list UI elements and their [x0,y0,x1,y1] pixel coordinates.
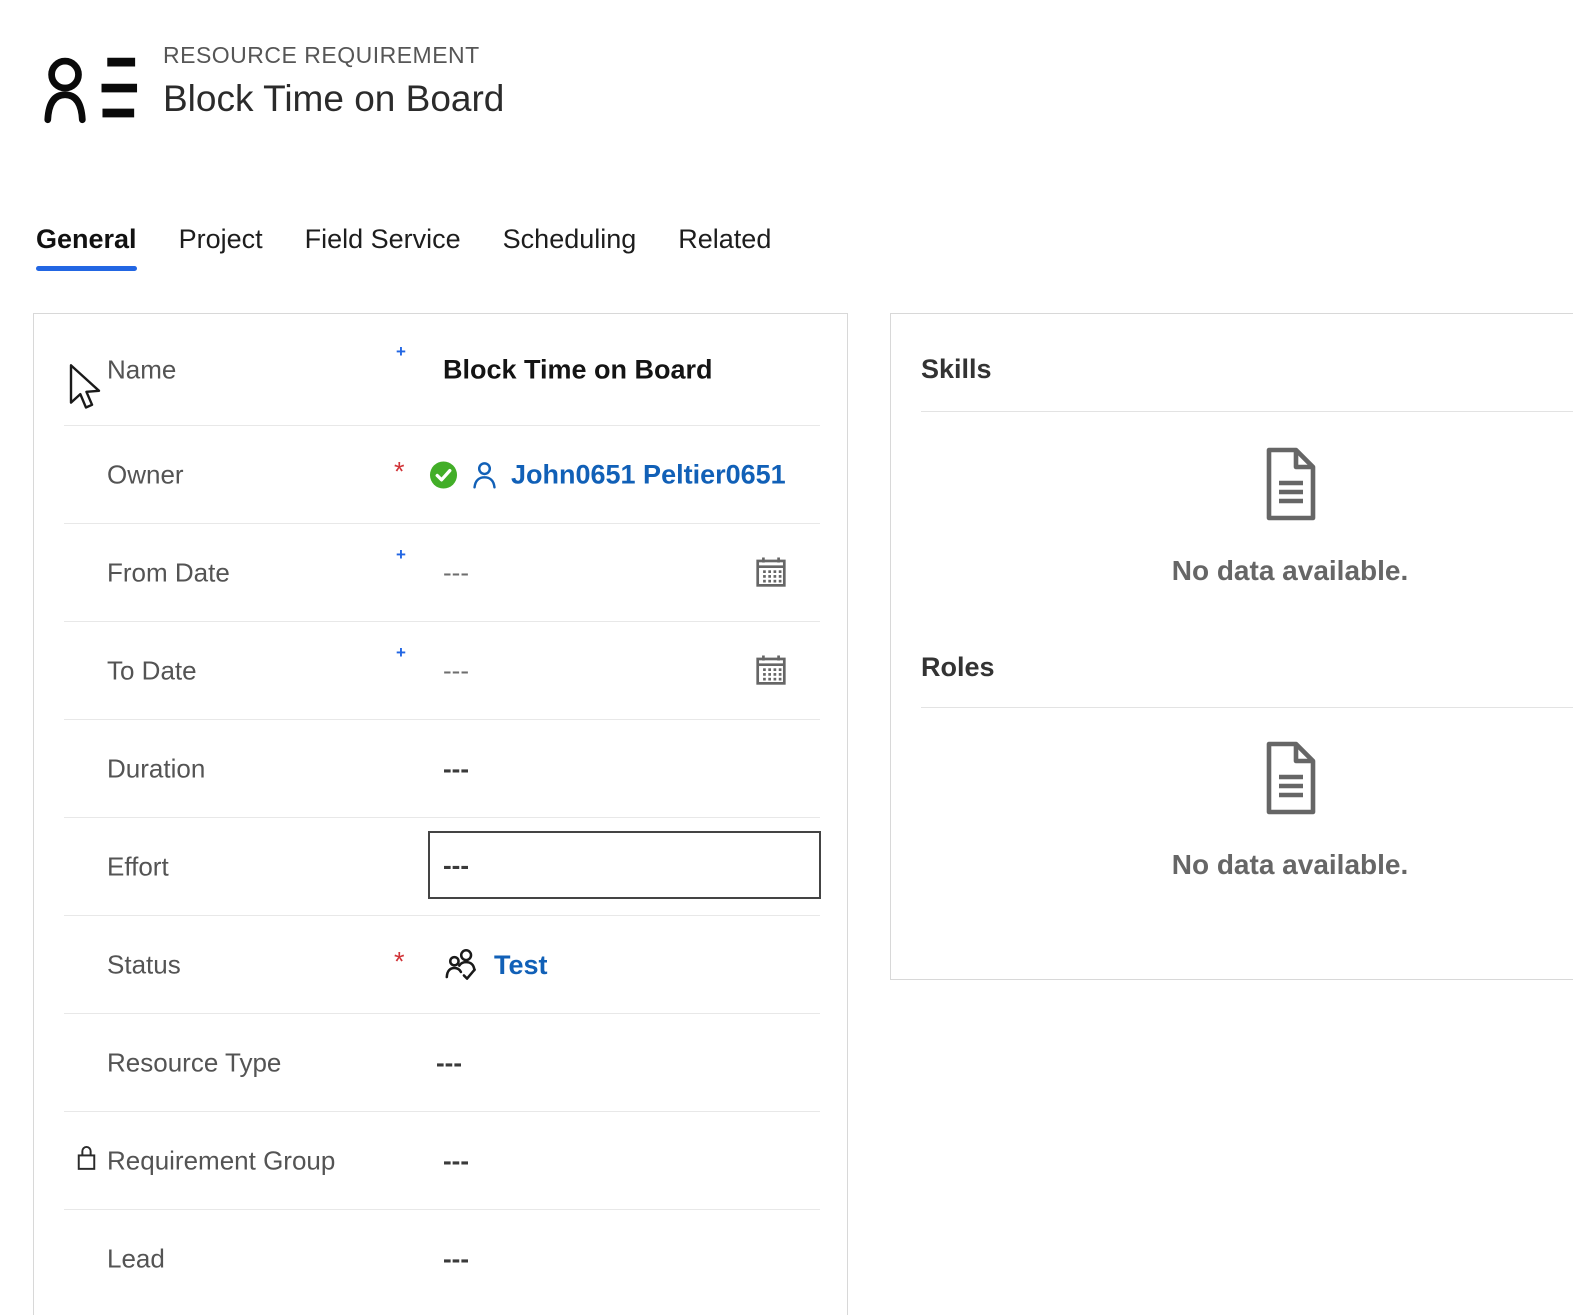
lock-icon [74,1143,99,1174]
requirement-group-field-value[interactable]: --- [443,1146,469,1177]
to-date-field-value[interactable]: --- [443,656,469,687]
status-field-value: Test [443,946,548,984]
owner-lookup-link[interactable]: John0651 Peltier0651 [511,460,786,491]
to-date-calendar-icon[interactable] [751,651,791,691]
skills-empty-state: No data available. [891,412,1573,620]
tab-scheduling[interactable]: Scheduling [503,224,637,271]
field-row-duration: Duration --- [34,720,847,818]
from-date-field-value[interactable]: --- [443,558,469,589]
roles-section-title: Roles [921,652,995,682]
name-field-label: Name [107,354,177,385]
status-field-label: Status [107,949,181,980]
field-row-to-date: To Date + --- [34,622,847,720]
to-date-field-label: To Date [107,655,197,686]
roles-empty-message: No data available. [1171,849,1409,880]
required-marker: * [394,456,405,487]
business-recommended-marker: + [396,545,406,564]
business-recommended-marker: + [396,643,406,662]
resource-requirement-entity-icon [42,52,138,131]
field-row-effort: Effort [34,818,847,916]
from-date-calendar-icon[interactable] [751,553,791,593]
form-tab-bar: General Project Field Service Scheduling… [36,224,771,271]
field-row-resource-type: Resource Type --- [34,1014,847,1112]
presence-available-icon [429,461,458,490]
status-lookup-link[interactable]: Test [494,950,548,981]
from-date-field-label: From Date [107,557,230,588]
resource-type-field-label: Resource Type [107,1047,282,1078]
general-form-card: Name + Block Time on Board Owner * John0… [33,313,848,1315]
business-recommended-marker: + [396,342,406,361]
document-icon [1260,446,1320,527]
roles-empty-state: No data available. [891,708,1573,881]
effort-input[interactable] [428,831,821,899]
required-marker: * [394,946,405,977]
tab-field-service[interactable]: Field Service [305,224,461,271]
owner-field-label: Owner [107,459,184,490]
record-title: Block Time on Board [163,78,505,119]
requirement-group-field-label: Requirement Group [107,1145,336,1176]
tab-general[interactable]: General [36,224,137,271]
owner-field-value: John0651 Peltier0651 [429,459,786,492]
entity-type-label: RESOURCE REQUIREMENT [163,42,480,68]
tab-project[interactable]: Project [179,224,263,271]
name-field-value[interactable]: Block Time on Board [443,355,713,386]
user-icon [469,459,500,492]
duration-field-value[interactable]: --- [443,754,469,785]
skills-empty-message: No data available. [1171,555,1409,586]
tab-related[interactable]: Related [678,224,771,271]
resource-type-field-value[interactable]: --- [436,1048,462,1079]
field-row-requirement-group: Requirement Group --- [34,1112,847,1210]
resource-requirement-page: RESOURCE REQUIREMENT Block Time on Board… [0,0,1573,1315]
skills-roles-card: Skills No data available. Roles No data … [890,313,1573,980]
field-row-owner: Owner * John0651 Peltier0651 [34,426,847,524]
duration-field-label: Duration [107,753,206,784]
field-row-name: Name + Block Time on Board [34,314,847,426]
document-icon [1260,740,1320,821]
field-row-status: Status * Test [34,916,847,1014]
mouse-cursor [68,364,106,417]
field-row-lead: Lead --- [34,1210,847,1308]
skills-section-title: Skills [921,354,992,384]
effort-field-label: Effort [107,851,169,882]
lead-field-value[interactable]: --- [443,1244,469,1275]
field-row-from-date: From Date + --- [34,524,847,622]
lead-field-label: Lead [107,1243,165,1274]
booking-status-people-check-icon [443,946,481,984]
